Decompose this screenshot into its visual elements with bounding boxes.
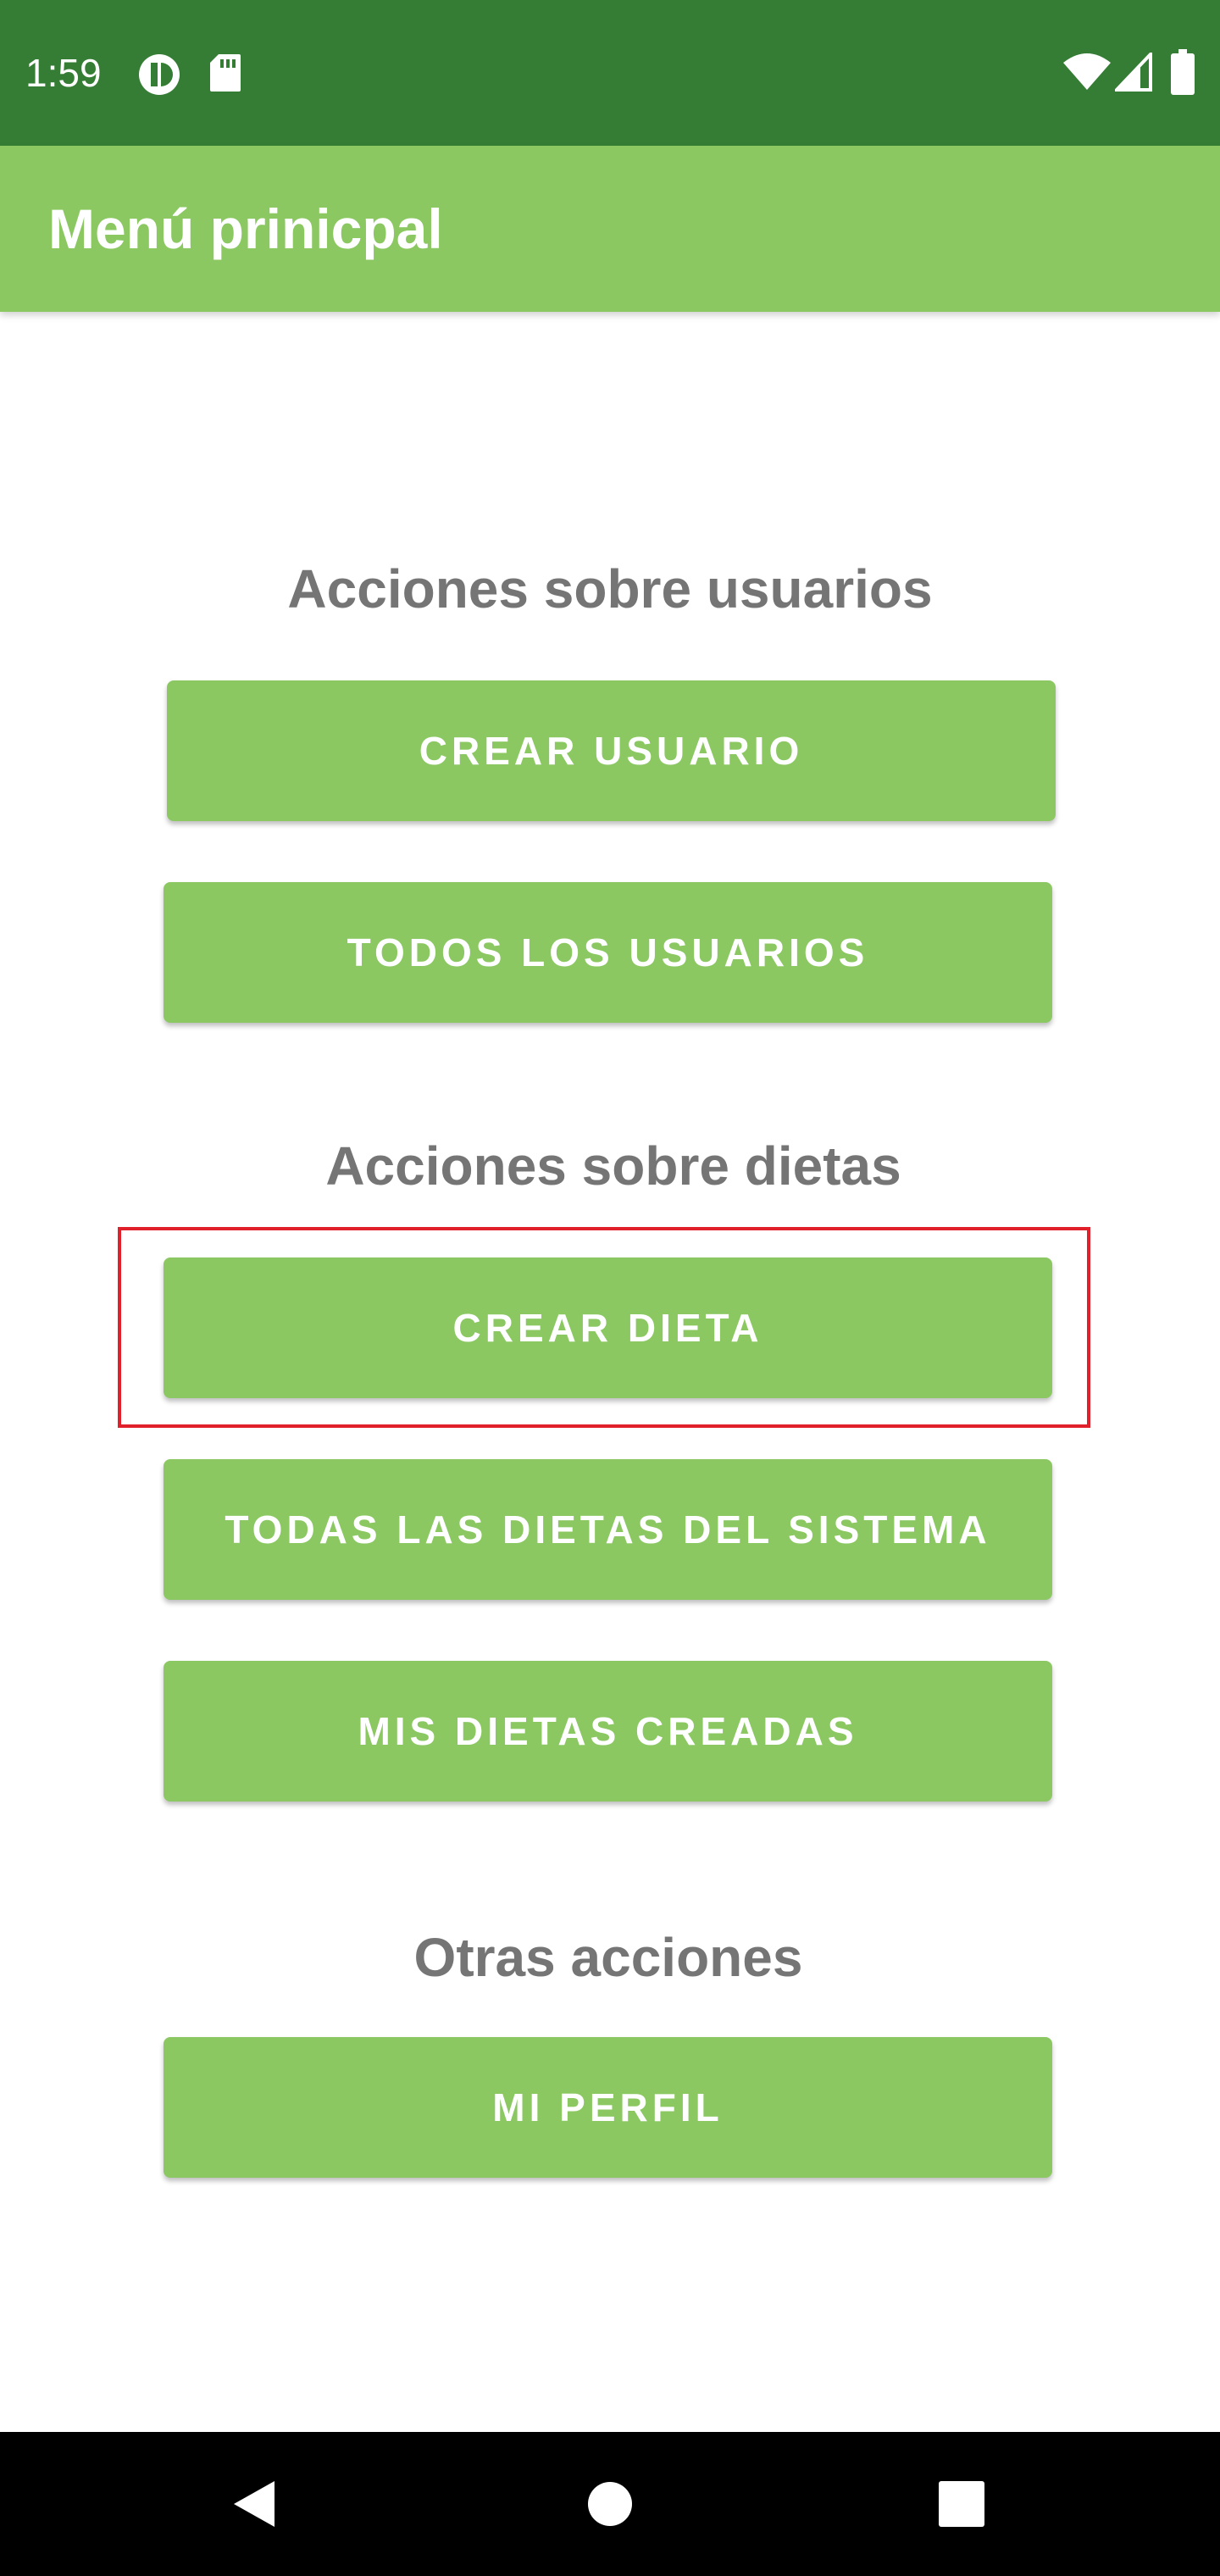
create-user-button[interactable]: CREAR USUARIO [167,680,1056,821]
home-icon[interactable] [586,2480,634,2532]
all-diets-button[interactable]: TODAS LAS DIETAS DEL SISTEMA [164,1459,1052,1600]
diets-section-heading: Acciones sobre dietas [325,1135,901,1196]
status-bar: 1:59 [0,0,1220,146]
wifi-icon [1062,53,1112,96]
all-users-button[interactable]: TODOS LOS USUARIOS [164,882,1052,1023]
recents-icon[interactable] [939,2481,984,2531]
app-notification-icon [137,53,181,101]
battery-icon [1171,49,1195,99]
page-title: Menú prinicpal [48,197,443,260]
navigation-bar [0,2432,1220,2576]
users-section-heading: Acciones sobre usuarios [287,558,933,619]
back-icon[interactable] [230,2478,278,2534]
status-time: 1:59 [25,51,102,95]
app-bar: Menú prinicpal [0,146,1220,312]
my-diets-button[interactable]: MIS DIETAS CREADAS [164,1661,1052,1802]
other-section-heading: Otras acciones [413,1927,803,1988]
sd-card-icon [208,53,242,97]
my-profile-button[interactable]: MI PERFIL [164,2037,1052,2178]
cell-signal-icon [1112,50,1152,96]
create-diet-button[interactable]: CREAR DIETA [164,1257,1052,1398]
